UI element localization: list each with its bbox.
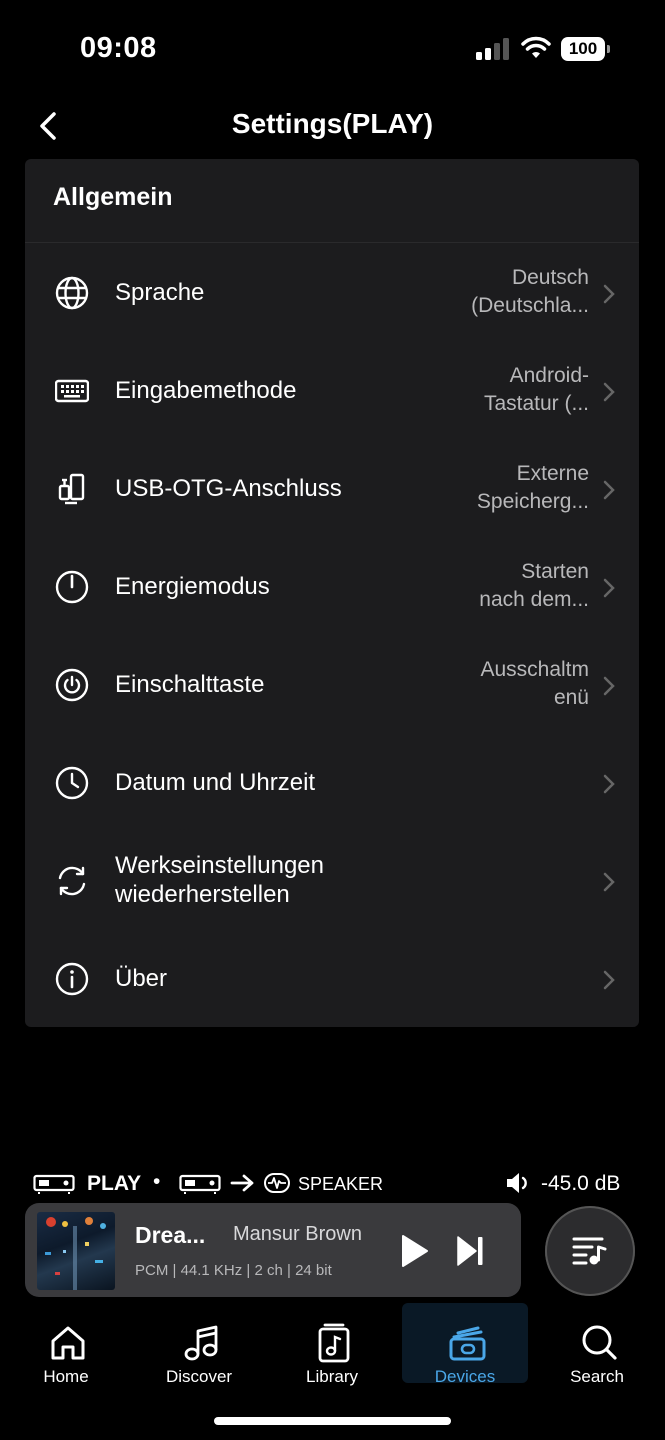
setting-row-power-mode[interactable]: Energiemodus Starten nach dem... — [25, 538, 639, 636]
setting-value-line2: (Deutschla... — [471, 294, 589, 317]
tab-home[interactable]: Home — [3, 1303, 129, 1386]
setting-row-language[interactable]: Sprache Deutsch (Deutschla... — [25, 244, 639, 342]
setting-value: Deutsch (Deutschla... — [439, 264, 589, 320]
setting-label: Einschalttaste — [115, 671, 265, 698]
setting-value: Starten nach dem... — [439, 558, 589, 614]
output-separator: • — [153, 1170, 161, 1193]
setting-value-line1: Deutsch — [511, 266, 589, 289]
tab-label: Home — [43, 1367, 89, 1386]
music-note-icon — [184, 1325, 218, 1361]
status-bar: 09:08 100 — [0, 0, 665, 100]
setting-label: Über — [115, 965, 168, 992]
setting-label: Datum und Uhrzeit — [115, 769, 316, 796]
reset-icon — [58, 866, 86, 896]
chevron-right-icon — [603, 774, 615, 794]
chevron-right-icon — [603, 676, 615, 696]
output-chain-bar[interactable]: PLAY • SPEAKER -45.0 dB — [0, 1165, 665, 1201]
setting-value-line2: enü — [553, 686, 589, 709]
arrow-right-icon — [230, 1174, 254, 1192]
album-art — [37, 1212, 115, 1290]
mini-player[interactable]: Drea... Mansur Brown PCM | 44.1 KHz | 2 … — [25, 1203, 521, 1297]
play-button[interactable] — [397, 1233, 431, 1269]
settings-card: Allgemein Sprache Deutsch (Deutschla... … — [25, 159, 639, 1027]
setting-row-date-time[interactable]: Datum und Uhrzeit — [25, 734, 639, 832]
globe-icon — [55, 276, 89, 310]
setting-value-line2: Tastatur (... — [483, 392, 589, 415]
setting-row-usb-otg[interactable]: USB-OTG-Anschluss Externe Speicherg... — [25, 440, 639, 538]
tab-devices[interactable]: Devices — [402, 1303, 528, 1386]
devices-icon — [449, 1326, 486, 1361]
next-track-button[interactable] — [455, 1233, 485, 1269]
home-icon — [51, 1326, 85, 1360]
output-target-name: SPEAKER — [298, 1174, 384, 1194]
page-title: Settings(PLAY) — [231, 108, 434, 139]
setting-label: Eingabemethode — [115, 377, 297, 404]
library-icon — [318, 1323, 350, 1363]
volume-icon — [507, 1173, 527, 1193]
chevron-right-icon — [603, 970, 615, 990]
divider — [25, 242, 639, 243]
chevron-right-icon — [603, 382, 615, 402]
tab-bar: Home Discover Library Devices Search — [0, 1303, 665, 1393]
output-device-name: PLAY — [87, 1172, 142, 1195]
track-format: PCM | 44.1 KHz | 2 ch | 24 bit — [135, 1262, 332, 1279]
setting-value: Android- Tastatur (... — [439, 362, 589, 418]
cellular-signal-icon — [476, 38, 509, 60]
search-icon — [582, 1325, 617, 1360]
home-indicator[interactable] — [214, 1417, 451, 1425]
setting-label-line1: Werkseinstellungen — [115, 852, 325, 879]
keyboard-icon — [55, 379, 89, 403]
setting-value: Externe Speicherg... — [439, 460, 589, 516]
tab-discover[interactable]: Discover — [136, 1303, 262, 1386]
dac-device-icon — [179, 1174, 221, 1194]
status-time: 09:08 — [80, 32, 157, 64]
setting-label: USB-OTG-Anschluss — [115, 475, 342, 502]
battery-icon: 100 — [561, 37, 611, 61]
chevron-right-icon — [603, 578, 615, 598]
clock-icon — [55, 766, 89, 800]
section-title: Allgemein — [53, 183, 173, 211]
setting-value-line1: Ausschaltm — [480, 658, 589, 681]
info-icon — [55, 962, 89, 996]
battery-level: 100 — [561, 37, 605, 61]
track-title: Drea... — [135, 1222, 206, 1248]
chevron-right-icon — [603, 480, 615, 500]
tab-label: Library — [306, 1367, 358, 1386]
queue-icon — [572, 1237, 607, 1265]
tab-label: Discover — [165, 1367, 233, 1386]
playlist-queue-button[interactable] — [545, 1206, 635, 1296]
setting-value-line1: Android- — [509, 364, 589, 387]
volume-level: -45.0 dB — [541, 1172, 621, 1195]
setting-value-line2: Speicherg... — [476, 490, 589, 513]
setting-row-about[interactable]: Über — [25, 930, 639, 1028]
setting-label: Werkseinstellungen wiederherstellen — [115, 851, 324, 909]
track-artist: Mansur Brown — [233, 1223, 362, 1245]
setting-label: Energiemodus — [115, 573, 270, 600]
chevron-right-icon — [603, 872, 615, 892]
power-icon — [55, 570, 89, 604]
dac-device-icon — [33, 1174, 75, 1194]
album-art-image — [45, 1217, 106, 1290]
speaker-output-icon — [264, 1173, 290, 1193]
tab-library[interactable]: Library — [269, 1303, 395, 1386]
setting-row-power-button[interactable]: Einschalttaste Ausschaltm enü — [25, 636, 639, 734]
wifi-icon — [521, 36, 551, 58]
setting-value: Ausschaltm enü — [439, 656, 589, 712]
setting-value-line1: Externe — [516, 462, 589, 485]
setting-label: Sprache — [115, 279, 205, 306]
chevron-right-icon — [603, 284, 615, 304]
power-button-icon — [55, 668, 89, 702]
setting-row-input-method[interactable]: Eingabemethode Android- Tastatur (... — [25, 342, 639, 440]
tab-label: Search — [570, 1367, 624, 1386]
setting-row-factory-reset[interactable]: Werkseinstellungen wiederherstellen — [25, 832, 639, 930]
tab-label: Devices — [434, 1367, 496, 1386]
setting-label-line2: wiederherstellen — [115, 881, 290, 908]
usb-device-icon — [58, 473, 85, 505]
setting-value-line2: nach dem... — [479, 588, 589, 611]
tab-search[interactable]: Search — [534, 1303, 660, 1386]
setting-value-line1: Starten — [521, 560, 589, 583]
